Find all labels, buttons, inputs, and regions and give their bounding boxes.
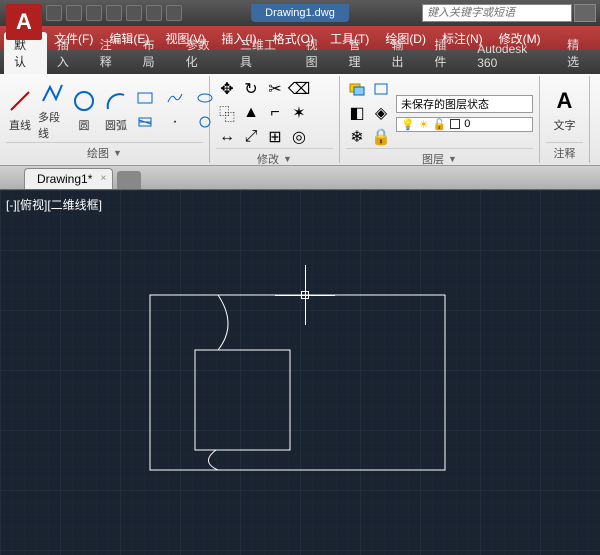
title-filename: Drawing1.dwg — [251, 4, 349, 22]
qat-new-icon[interactable] — [46, 5, 62, 21]
text-button[interactable]: A 文字 — [546, 87, 583, 133]
rotate-icon[interactable]: ↻ — [240, 78, 262, 100]
tab-plugins[interactable]: 插件 — [424, 32, 467, 74]
chevron-down-icon: ▼ — [448, 154, 457, 164]
document-tab-label: Drawing1* — [37, 172, 92, 186]
search-button[interactable] — [574, 4, 596, 22]
sun-icon: ☀ — [419, 118, 429, 131]
layer-name: 0 — [464, 118, 470, 130]
qat-saveas-icon[interactable] — [106, 5, 122, 21]
text-icon: A — [551, 87, 579, 115]
tab-view[interactable]: 视图 — [296, 32, 339, 74]
erase-icon[interactable]: ⌫ — [288, 78, 310, 100]
trim-icon[interactable]: ✂ — [264, 78, 286, 100]
scale-icon[interactable]: ⤢ — [240, 126, 262, 148]
fillet-icon[interactable]: ⌐ — [264, 102, 286, 124]
qat-redo-icon[interactable] — [166, 5, 182, 21]
qat-open-icon[interactable] — [66, 5, 82, 21]
mirror-icon[interactable]: ▲ — [240, 102, 262, 124]
copy-icon[interactable]: ⿻ — [216, 102, 238, 124]
modify-panel: ✥ ↻ ✂ ⌫ ⿻ ▲ ⌐ ✶ ↔ ⤢ ⊞ ◎ 修改▼ — [210, 76, 340, 163]
line-button[interactable]: 直线 — [6, 87, 34, 133]
line-label: 直线 — [9, 117, 31, 133]
tab-3d[interactable]: 三维工具 — [230, 32, 296, 74]
color-swatch — [450, 119, 460, 129]
layer-off-icon[interactable]: ◈ — [370, 102, 392, 124]
tab-parametric[interactable]: 参数化 — [176, 32, 230, 74]
drawing-canvas[interactable]: [-][俯视][二维线框] — [0, 190, 600, 555]
polyline-icon — [38, 79, 66, 107]
tab-manage[interactable]: 管理 — [339, 32, 382, 74]
layer-lock-icon[interactable]: 🔒 — [370, 126, 392, 148]
spline-icon[interactable] — [164, 87, 186, 109]
layer-iso-icon[interactable]: ◧ — [346, 102, 368, 124]
polyline-label: 多段线 — [38, 109, 66, 141]
annotate-panel-title[interactable]: 注释 — [546, 142, 583, 163]
arc-icon — [102, 87, 130, 115]
chevron-down-icon: ▼ — [113, 148, 122, 158]
tab-a360[interactable]: Autodesk 360 — [467, 38, 557, 74]
unlock-icon: 🔓 — [433, 118, 447, 131]
circle-icon — [70, 87, 98, 115]
qat-plot-icon[interactable] — [126, 5, 142, 21]
tab-insert[interactable]: 插入 — [47, 32, 90, 74]
layer-states-icon[interactable] — [370, 78, 392, 100]
array-icon[interactable]: ⊞ — [264, 126, 286, 148]
search-input[interactable] — [422, 4, 572, 22]
modify-panel-title[interactable]: 修改▼ — [216, 148, 333, 169]
layer-current-dropdown[interactable]: 💡 ☀ 🔓 0 — [396, 117, 533, 132]
line-icon — [6, 87, 34, 115]
move-icon[interactable]: ✥ — [216, 78, 238, 100]
ribbon: 直线 多段线 圆 圆弧 · 绘图▼ — [0, 74, 600, 166]
bulb-icon: 💡 — [401, 118, 415, 131]
close-icon[interactable]: × — [101, 173, 107, 184]
tab-featured[interactable]: 精选 — [557, 32, 600, 74]
title-bar: A Drawing1.dwg — [0, 0, 600, 26]
drawing-objects — [0, 190, 600, 555]
layer-properties-icon[interactable] — [346, 78, 368, 100]
circle-label: 圆 — [79, 117, 90, 133]
explode-icon[interactable]: ✶ — [288, 102, 310, 124]
tab-layout[interactable]: 布局 — [133, 32, 176, 74]
ribbon-tab-strip: 默认 插入 注释 布局 参数化 三维工具 视图 管理 输出 插件 Autodes… — [0, 50, 600, 74]
point-icon[interactable]: · — [164, 111, 186, 133]
layer-state-dropdown[interactable]: 未保存的图层状态 — [396, 95, 533, 113]
document-tab[interactable]: Drawing1* × — [24, 168, 113, 189]
text-label: 文字 — [554, 117, 576, 133]
polyline-button[interactable]: 多段线 — [38, 79, 66, 141]
arc-button[interactable]: 圆弧 — [102, 87, 130, 133]
modify-grid: ✥ ↻ ✂ ⌫ ⿻ ▲ ⌐ ✶ ↔ ⤢ ⊞ ◎ — [216, 78, 310, 148]
arc-label: 圆弧 — [105, 117, 127, 133]
rectangle-icon[interactable] — [134, 87, 156, 109]
quick-access-toolbar — [46, 5, 182, 21]
chevron-down-icon: ▼ — [283, 154, 292, 164]
stretch-icon[interactable]: ↔ — [216, 126, 238, 148]
search-box — [422, 4, 596, 22]
qat-save-icon[interactable] — [86, 5, 102, 21]
annotate-panel: A 文字 注释 — [540, 76, 590, 163]
draw-small-grid: · — [134, 87, 222, 133]
draw-panel: 直线 多段线 圆 圆弧 · 绘图▼ — [0, 76, 210, 163]
tab-annotate[interactable]: 注释 — [90, 32, 133, 74]
app-logo[interactable]: A — [6, 4, 42, 40]
qat-undo-icon[interactable] — [146, 5, 162, 21]
offset-icon[interactable]: ◎ — [288, 126, 310, 148]
hatch-icon[interactable] — [134, 111, 156, 133]
layer-panel: ◧ ◈ ❄ 🔒 未保存的图层状态 💡 ☀ 🔓 0 图层▼ — [340, 76, 540, 163]
tab-output[interactable]: 输出 — [381, 32, 424, 74]
document-tab-strip: Drawing1* × — [0, 166, 600, 190]
new-tab-button[interactable] — [117, 171, 141, 189]
layer-freeze-icon[interactable]: ❄ — [346, 126, 368, 148]
layer-panel-title[interactable]: 图层▼ — [346, 148, 533, 169]
layer-icon-grid: ◧ ◈ ❄ 🔒 — [346, 78, 392, 148]
draw-panel-title[interactable]: 绘图▼ — [6, 142, 203, 163]
circle-button[interactable]: 圆 — [70, 87, 98, 133]
